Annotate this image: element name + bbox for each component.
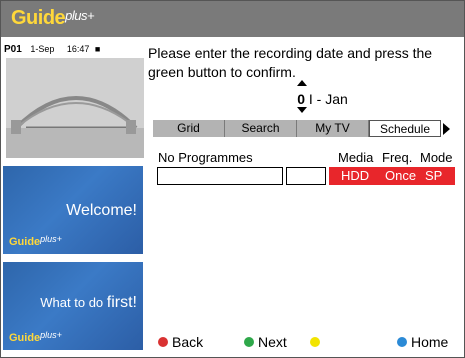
channel-date: 1-Sep bbox=[30, 44, 55, 54]
recording-settings[interactable]: HDD Once SP bbox=[329, 167, 455, 185]
freq-value[interactable]: Once bbox=[385, 167, 416, 185]
tab-bar: Grid Search My TV Schedule bbox=[153, 120, 441, 137]
arrow-up-icon[interactable] bbox=[297, 80, 307, 86]
mode-value[interactable]: SP bbox=[425, 167, 442, 185]
mini-logo-2: Guideplus+ bbox=[9, 330, 62, 344]
channel-time: 16:47 bbox=[66, 44, 90, 54]
welcome-panel[interactable]: Welcome! Guideplus+ bbox=[3, 166, 143, 254]
col-freq: Freq. bbox=[382, 150, 413, 165]
tab-next-icon[interactable] bbox=[443, 123, 450, 135]
yellow-button[interactable] bbox=[310, 334, 324, 350]
what-to-do-panel[interactable]: What to do first! Guideplus+ bbox=[3, 262, 143, 350]
top-bar: Guideplus+ bbox=[1, 1, 464, 37]
col-media: Media bbox=[338, 150, 374, 165]
back-button[interactable]: Back bbox=[158, 334, 203, 350]
channel-info: P01 1-Sep 16:47 ■ bbox=[4, 44, 100, 55]
mini-logo: Guideplus+ bbox=[9, 234, 62, 248]
day-digit: 0 bbox=[297, 91, 305, 107]
tab-grid[interactable]: Grid bbox=[153, 120, 225, 137]
date-input[interactable]: 0 I - Jan bbox=[281, 91, 348, 107]
preview-thumbnail bbox=[6, 58, 144, 158]
media-value[interactable]: HDD bbox=[341, 167, 369, 185]
arrow-down-icon[interactable] bbox=[297, 107, 307, 113]
tab-schedule[interactable]: Schedule bbox=[369, 120, 441, 137]
month-value: I - Jan bbox=[308, 91, 348, 107]
welcome-text: Welcome! bbox=[66, 202, 137, 219]
col-programmes: No Programmes bbox=[158, 150, 253, 165]
instruction-text: Please enter the recording date and pres… bbox=[148, 45, 433, 80]
tab-search[interactable]: Search bbox=[225, 120, 297, 137]
channel-id: P01 bbox=[4, 44, 22, 55]
col-mode: Mode bbox=[420, 150, 453, 165]
next-button[interactable]: Next bbox=[244, 334, 287, 350]
tab-my-tv[interactable]: My TV bbox=[297, 120, 369, 137]
what-to-do-text: What to do first! bbox=[40, 294, 137, 311]
lock-icon: ■ bbox=[94, 44, 101, 54]
guideplus-logo: Guideplus+ bbox=[11, 7, 95, 29]
yellow-button-icon bbox=[310, 337, 320, 347]
blue-button-icon bbox=[397, 337, 407, 347]
green-button-icon bbox=[244, 337, 254, 347]
red-button-icon bbox=[158, 337, 168, 347]
channel-field[interactable] bbox=[286, 167, 326, 185]
home-button[interactable]: Home bbox=[397, 334, 448, 350]
programme-field[interactable] bbox=[157, 167, 283, 185]
